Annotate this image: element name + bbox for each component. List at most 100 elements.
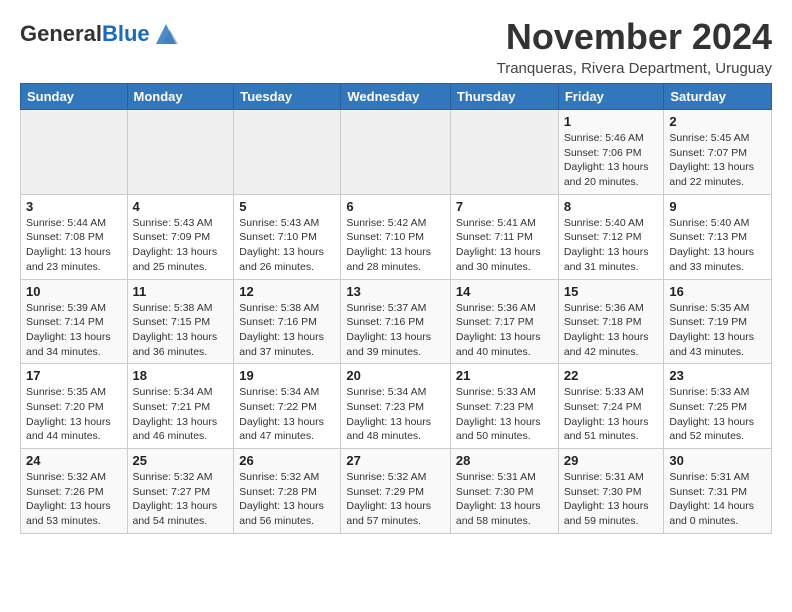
day-number: 20 — [346, 368, 445, 383]
day-number: 17 — [26, 368, 122, 383]
day-number: 3 — [26, 199, 122, 214]
day-info: Sunrise: 5:46 AM Sunset: 7:06 PM Dayligh… — [564, 131, 659, 190]
calendar-cell: 21 Sunrise: 5:33 AM Sunset: 7:23 PM Dayli… — [450, 364, 558, 449]
calendar-cell: 28 Sunrise: 5:31 AM Sunset: 7:30 PM Dayli… — [450, 449, 558, 534]
day-number: 4 — [133, 199, 229, 214]
calendar-cell: 18Sunrise: 5:34 AM Sunset: 7:21 PM Dayli… — [127, 364, 234, 449]
calendar-cell: 11 Sunrise: 5:38 AM Sunset: 7:15 PM Dayli… — [127, 279, 234, 364]
weekday-header-wednesday: Wednesday — [341, 84, 451, 110]
day-number: 8 — [564, 199, 659, 214]
logo-blue-text: Blue — [102, 21, 150, 46]
day-info: Sunrise: 5:32 AM Sunset: 7:27 PM Dayligh… — [133, 470, 229, 529]
day-info: Sunrise: 5:42 AM Sunset: 7:10 PM Dayligh… — [346, 216, 445, 275]
weekday-header-sunday: Sunday — [21, 84, 128, 110]
day-number: 7 — [456, 199, 553, 214]
day-number: 6 — [346, 199, 445, 214]
day-number: 25 — [133, 453, 229, 468]
day-number: 1 — [564, 114, 659, 129]
day-info: Sunrise: 5:31 AM Sunset: 7:30 PM Dayligh… — [564, 470, 659, 529]
day-info: Sunrise: 5:34 AM Sunset: 7:21 PM Dayligh… — [133, 385, 229, 444]
day-number: 22 — [564, 368, 659, 383]
day-info: Sunrise: 5:41 AM Sunset: 7:11 PM Dayligh… — [456, 216, 553, 275]
day-number: 23 — [669, 368, 766, 383]
calendar-cell: 8Sunrise: 5:40 AM Sunset: 7:12 PM Daylig… — [558, 194, 664, 279]
week-row-2: 3Sunrise: 5:44 AM Sunset: 7:08 PM Daylig… — [21, 194, 772, 279]
calendar-cell: 9 Sunrise: 5:40 AM Sunset: 7:13 PM Daylig… — [664, 194, 772, 279]
day-number: 21 — [456, 368, 553, 383]
day-number: 19 — [239, 368, 335, 383]
logo: GeneralBlue — [20, 20, 180, 48]
week-row-3: 10 Sunrise: 5:39 AM Sunset: 7:14 PM Dayli… — [21, 279, 772, 364]
week-row-4: 17 Sunrise: 5:35 AM Sunset: 7:20 PM Dayli… — [21, 364, 772, 449]
header: GeneralBlue November 2024 Tranqueras, Ri… — [20, 16, 772, 77]
calendar-cell: 4 Sunrise: 5:43 AM Sunset: 7:09 PM Daylig… — [127, 194, 234, 279]
day-number: 9 — [669, 199, 766, 214]
calendar-cell: 5 Sunrise: 5:43 AM Sunset: 7:10 PM Daylig… — [234, 194, 341, 279]
day-number: 15 — [564, 284, 659, 299]
day-number: 11 — [133, 284, 229, 299]
day-info: Sunrise: 5:31 AM Sunset: 7:30 PM Dayligh… — [456, 470, 553, 529]
calendar-cell: 15Sunrise: 5:36 AM Sunset: 7:18 PM Dayli… — [558, 279, 664, 364]
calendar-cell: 29 Sunrise: 5:31 AM Sunset: 7:30 PM Dayli… — [558, 449, 664, 534]
day-info: Sunrise: 5:32 AM Sunset: 7:28 PM Dayligh… — [239, 470, 335, 529]
calendar-table: SundayMondayTuesdayWednesdayThursdayFrid… — [20, 83, 772, 534]
day-number: 28 — [456, 453, 553, 468]
calendar-cell: 7 Sunrise: 5:41 AM Sunset: 7:11 PM Daylig… — [450, 194, 558, 279]
day-number: 5 — [239, 199, 335, 214]
day-info: Sunrise: 5:32 AM Sunset: 7:26 PM Dayligh… — [26, 470, 122, 529]
calendar-cell: 3Sunrise: 5:44 AM Sunset: 7:08 PM Daylig… — [21, 194, 128, 279]
day-info: Sunrise: 5:39 AM Sunset: 7:14 PM Dayligh… — [26, 301, 122, 360]
calendar-cell: 10 Sunrise: 5:39 AM Sunset: 7:14 PM Dayli… — [21, 279, 128, 364]
day-info: Sunrise: 5:34 AM Sunset: 7:22 PM Dayligh… — [239, 385, 335, 444]
calendar-cell: 25 Sunrise: 5:32 AM Sunset: 7:27 PM Dayli… — [127, 449, 234, 534]
day-info: Sunrise: 5:33 AM Sunset: 7:23 PM Dayligh… — [456, 385, 553, 444]
weekday-header-tuesday: Tuesday — [234, 84, 341, 110]
day-info: Sunrise: 5:43 AM Sunset: 7:09 PM Dayligh… — [133, 216, 229, 275]
day-info: Sunrise: 5:40 AM Sunset: 7:13 PM Dayligh… — [669, 216, 766, 275]
calendar-cell: 2Sunrise: 5:45 AM Sunset: 7:07 PM Daylig… — [664, 110, 772, 195]
day-info: Sunrise: 5:45 AM Sunset: 7:07 PM Dayligh… — [669, 131, 766, 190]
week-row-5: 24 Sunrise: 5:32 AM Sunset: 7:26 PM Dayli… — [21, 449, 772, 534]
weekday-header-monday: Monday — [127, 84, 234, 110]
day-info: Sunrise: 5:33 AM Sunset: 7:24 PM Dayligh… — [564, 385, 659, 444]
calendar-cell: 1 Sunrise: 5:46 AM Sunset: 7:06 PM Daylig… — [558, 110, 664, 195]
calendar-cell: 19 Sunrise: 5:34 AM Sunset: 7:22 PM Dayli… — [234, 364, 341, 449]
calendar-cell — [234, 110, 341, 195]
day-info: Sunrise: 5:43 AM Sunset: 7:10 PM Dayligh… — [239, 216, 335, 275]
weekday-header-saturday: Saturday — [664, 84, 772, 110]
day-info: Sunrise: 5:33 AM Sunset: 7:25 PM Dayligh… — [669, 385, 766, 444]
calendar-cell: 16Sunrise: 5:35 AM Sunset: 7:19 PM Dayli… — [664, 279, 772, 364]
day-info: Sunrise: 5:32 AM Sunset: 7:29 PM Dayligh… — [346, 470, 445, 529]
day-number: 29 — [564, 453, 659, 468]
day-info: Sunrise: 5:35 AM Sunset: 7:20 PM Dayligh… — [26, 385, 122, 444]
logo-icon — [152, 20, 180, 48]
calendar-cell: 17 Sunrise: 5:35 AM Sunset: 7:20 PM Dayli… — [21, 364, 128, 449]
day-number: 30 — [669, 453, 766, 468]
day-number: 10 — [26, 284, 122, 299]
day-info: Sunrise: 5:35 AM Sunset: 7:19 PM Dayligh… — [669, 301, 766, 360]
calendar-cell: 12Sunrise: 5:38 AM Sunset: 7:16 PM Dayli… — [234, 279, 341, 364]
calendar-cell: 27 Sunrise: 5:32 AM Sunset: 7:29 PM Dayli… — [341, 449, 451, 534]
day-info: Sunrise: 5:34 AM Sunset: 7:23 PM Dayligh… — [346, 385, 445, 444]
day-number: 27 — [346, 453, 445, 468]
calendar-cell: 26 Sunrise: 5:32 AM Sunset: 7:28 PM Dayli… — [234, 449, 341, 534]
calendar-cell — [341, 110, 451, 195]
weekday-header-thursday: Thursday — [450, 84, 558, 110]
calendar-cell: 30 Sunrise: 5:31 AM Sunset: 7:31 PM Dayli… — [664, 449, 772, 534]
day-info: Sunrise: 5:37 AM Sunset: 7:16 PM Dayligh… — [346, 301, 445, 360]
day-info: Sunrise: 5:31 AM Sunset: 7:31 PM Dayligh… — [669, 470, 766, 529]
calendar-cell: 23 Sunrise: 5:33 AM Sunset: 7:25 PM Dayli… — [664, 364, 772, 449]
calendar-cell — [450, 110, 558, 195]
day-number: 13 — [346, 284, 445, 299]
day-number: 26 — [239, 453, 335, 468]
day-info: Sunrise: 5:36 AM Sunset: 7:17 PM Dayligh… — [456, 301, 553, 360]
day-info: Sunrise: 5:38 AM Sunset: 7:15 PM Dayligh… — [133, 301, 229, 360]
calendar-cell — [21, 110, 128, 195]
calendar-cell: 6 Sunrise: 5:42 AM Sunset: 7:10 PM Daylig… — [341, 194, 451, 279]
day-number: 24 — [26, 453, 122, 468]
calendar-cell — [127, 110, 234, 195]
title-block: November 2024 Tranqueras, Rivera Departm… — [497, 16, 772, 77]
location-subtitle: Tranqueras, Rivera Department, Uruguay — [497, 60, 772, 77]
day-number: 12 — [239, 284, 335, 299]
month-title: November 2024 — [497, 16, 772, 58]
